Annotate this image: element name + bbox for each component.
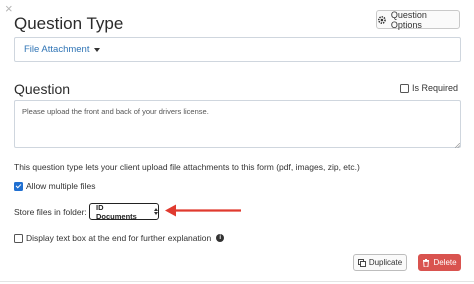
store-files-label: Store files in folder: — [14, 207, 87, 217]
resize-handle-icon[interactable] — [455, 143, 460, 148]
folder-selected-value: ID Documents — [96, 202, 137, 221]
allow-multiple-label: Allow multiple files — [26, 181, 96, 191]
is-required-toggle[interactable]: Is Required — [400, 83, 458, 93]
delete-label: Delete — [433, 258, 457, 267]
question-textarea[interactable]: Please upload the front and back of your… — [14, 100, 461, 148]
section-title-question: Question — [14, 81, 71, 97]
bottom-divider — [0, 281, 474, 282]
annotation-arrow-icon — [165, 204, 241, 217]
gear-icon — [377, 15, 386, 24]
question-options-label: Question Options — [390, 9, 427, 30]
copy-icon — [357, 258, 366, 267]
file-upload-help-text: This question type lets your client uplo… — [14, 162, 360, 172]
close-icon[interactable]: × — [5, 2, 13, 16]
folder-select[interactable]: ID Documents — [89, 202, 159, 221]
up-down-arrows-icon — [154, 208, 158, 215]
question-type-dropdown[interactable]: File Attachment — [24, 44, 101, 55]
duplicate-label: Duplicate — [368, 258, 403, 267]
delete-button[interactable]: Delete — [418, 254, 461, 271]
caret-down-icon — [94, 48, 101, 52]
duplicate-button[interactable]: Duplicate — [353, 254, 407, 271]
display-text-box-checkbox[interactable] — [14, 233, 23, 243]
trash-icon — [423, 258, 430, 267]
allow-multiple-files-toggle[interactable]: Allow multiple files — [14, 181, 95, 191]
question-options-button[interactable]: Question Options — [376, 9, 460, 30]
section-title-question-type: Question Type — [14, 14, 124, 33]
display-text-box-label: Display text box at the end for further … — [26, 233, 212, 243]
is-required-label: Is Required — [412, 83, 459, 93]
allow-multiple-checkbox[interactable] — [14, 181, 23, 191]
info-icon[interactable]: i — [216, 234, 225, 242]
question-type-selected: File Attachment — [24, 44, 90, 55]
is-required-checkbox[interactable] — [400, 83, 409, 93]
display-text-box-toggle[interactable]: Display text box at the end for further … — [14, 233, 225, 243]
